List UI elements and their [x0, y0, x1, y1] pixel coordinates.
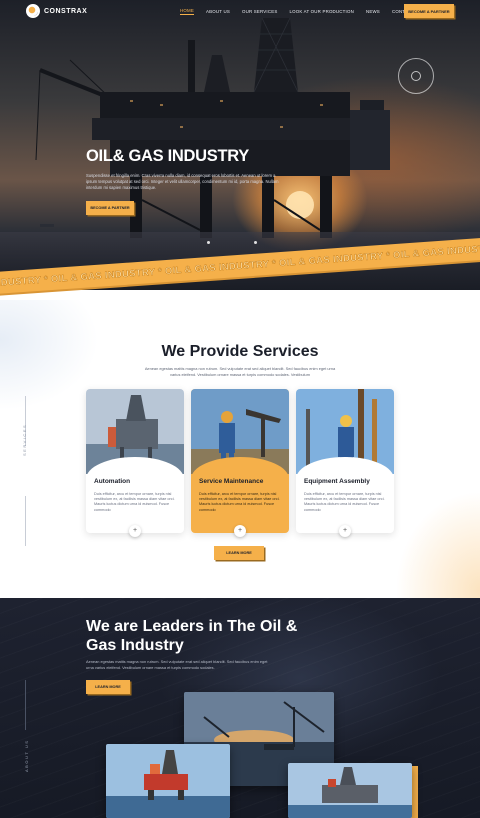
brand-name: CONSTRAX — [44, 7, 88, 15]
plus-icon[interactable]: + — [339, 525, 351, 537]
nav-links: HOME ABOUT US OUR SERVICES LOOK AT OUR P… — [180, 0, 426, 22]
about-side-label: ABOUT US — [24, 739, 29, 772]
side-divider — [25, 496, 26, 546]
leaders-title: We are Leaders in The Oil & Gas Industry — [86, 618, 298, 654]
leaders-description: Aenean egestas mattis magna non rutrum. … — [86, 659, 268, 670]
nav-link-our-services[interactable]: OUR SERVICES — [242, 9, 278, 14]
nav-become-partner-button[interactable]: BECOME A PARTNER — [404, 4, 454, 18]
services-learn-more-button[interactable]: LEARN MORE — [214, 546, 264, 560]
hero-become-partner-button[interactable]: BECOME A PARTNER — [86, 201, 134, 215]
slider-dot[interactable] — [207, 241, 210, 244]
hero-description: Suspendisse et fringilla enim. Cras vive… — [86, 173, 279, 190]
card-title: Automation — [94, 478, 131, 485]
nav-link-about-us[interactable]: ABOUT US — [206, 9, 230, 14]
card-text: Duis efficitur, arcu et tempor ornare, t… — [304, 492, 385, 512]
services-subtitle: Aenean egestas mattis magna non rutrum. … — [144, 366, 336, 377]
nav-link-home[interactable]: HOME — [180, 8, 194, 15]
card-title: Equipment Assembly — [304, 478, 370, 485]
slider-dots — [207, 241, 257, 244]
services-title: We Provide Services — [161, 343, 319, 360]
side-divider — [25, 680, 26, 730]
logo-icon — [26, 4, 40, 18]
card-text: Duis efficitur, arcu et tempor ornare, t… — [199, 492, 280, 512]
plus-icon[interactable]: + — [129, 525, 141, 537]
brand-logo[interactable]: CONSTRAX — [26, 4, 87, 18]
slider-dot[interactable] — [254, 241, 257, 244]
offshore-platform-photo — [288, 763, 412, 818]
plus-icon[interactable]: + — [234, 525, 246, 537]
hero-title: OIL& GAS INDUSTRY — [86, 147, 249, 165]
service-card-equipment-assembly[interactable]: Equipment Assembly Duis efficitur, arcu … — [296, 389, 394, 537]
card-title: Service Maintenance — [199, 478, 264, 485]
nav-link-news[interactable]: NEWS — [366, 9, 380, 14]
service-card-maintenance[interactable]: Service Maintenance Duis efficitur, arcu… — [191, 389, 289, 537]
top-navigation: CONSTRAX HOME ABOUT US OUR SERVICES LOOK… — [0, 0, 480, 22]
nav-link-production[interactable]: LOOK AT OUR PRODUCTION — [289, 9, 354, 14]
service-card-automation[interactable]: Automation Duis efficitur, arcu et tempo… — [86, 389, 184, 537]
oil-rig-ocean-photo — [106, 744, 230, 818]
services-side-label: SERVICES — [22, 423, 27, 456]
circular-badge-icon — [398, 58, 434, 94]
card-text: Duis efficitur, arcu et tempor ornare, t… — [94, 492, 175, 512]
leaders-learn-more-button[interactable]: LEARN MORE — [86, 680, 130, 694]
